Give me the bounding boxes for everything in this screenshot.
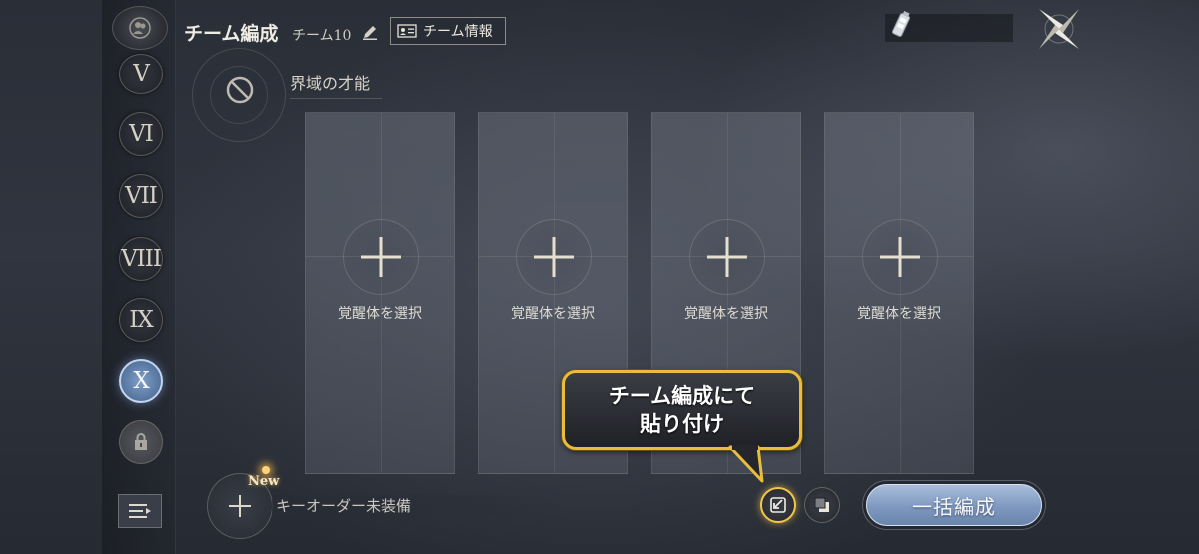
- plus-icon: [534, 237, 574, 277]
- team-tab-10[interactable]: X: [119, 359, 163, 403]
- plus-icon: [707, 237, 747, 277]
- character-slot-1[interactable]: 覚醒体を選択: [305, 112, 455, 474]
- compass-menu-icon[interactable]: [1033, 6, 1085, 52]
- slot-label: 覚醒体を選択: [338, 306, 422, 322]
- page-title: チーム編成: [184, 23, 279, 45]
- tutorial-callout: チーム編成にて 貼り付け: [562, 370, 802, 450]
- team-tab-8[interactable]: VIII: [119, 237, 163, 281]
- callout-line-1: チーム編成にて: [608, 384, 756, 408]
- new-badge: New: [248, 474, 280, 489]
- id-card-icon: [397, 24, 417, 38]
- people-icon: [129, 17, 151, 39]
- callout-line-2: 貼り付け: [640, 412, 724, 436]
- team-list-menu-button[interactable]: [118, 494, 162, 528]
- team-tab-5[interactable]: V: [119, 54, 163, 94]
- locked-team-tab[interactable]: [119, 420, 163, 464]
- list-menu-icon: [129, 504, 151, 518]
- team-members-button[interactable]: [112, 6, 168, 50]
- lock-icon: [135, 433, 147, 450]
- slot-label: 覚醒体を選択: [857, 306, 941, 322]
- copy-team-button[interactable]: [804, 487, 840, 523]
- team-tab-9[interactable]: IX: [119, 298, 163, 342]
- team-info-button[interactable]: チーム情報: [390, 17, 506, 45]
- slot-label: 覚醒体を選択: [511, 306, 595, 322]
- slot-label: 覚醒体を選択: [684, 306, 768, 322]
- plus-icon: [361, 237, 401, 277]
- pencil-icon[interactable]: [361, 23, 379, 41]
- paste-icon: [770, 497, 786, 513]
- new-indicator-dot: [262, 466, 270, 474]
- team-info-label: チーム情報: [423, 24, 493, 40]
- callout-pointer: [728, 445, 764, 483]
- character-slot-4[interactable]: 覚醒体を選択: [824, 112, 974, 474]
- team-tab-7[interactable]: VII: [119, 174, 163, 218]
- team-tab-6[interactable]: VI: [119, 112, 163, 156]
- copy-icon: [814, 497, 829, 512]
- team-name: チーム10: [292, 28, 352, 44]
- prohibited-icon[interactable]: [224, 74, 256, 106]
- bulk-formation-button[interactable]: 一括編成: [866, 484, 1042, 526]
- realm-talent-label[interactable]: 界域の才能: [290, 70, 382, 99]
- plus-icon: [880, 237, 920, 277]
- key-order-label[interactable]: キーオーダー未装備: [272, 495, 562, 517]
- paste-team-button[interactable]: [760, 487, 796, 523]
- plus-icon: [229, 495, 251, 517]
- battery-item-icon: [891, 11, 911, 37]
